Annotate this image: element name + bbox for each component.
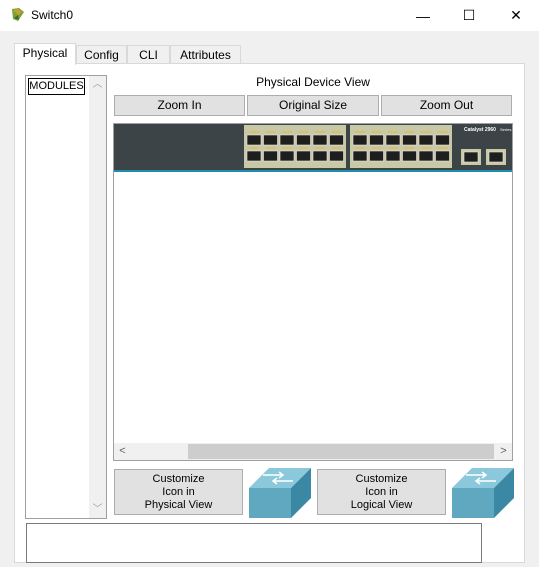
tab-physical[interactable]: Physical	[14, 43, 76, 65]
app-icon	[12, 8, 24, 21]
modules-item[interactable]: MODULES	[28, 78, 85, 95]
customize-logical-line1: Customize	[355, 473, 408, 485]
scroll-left-icon[interactable]: <	[114, 443, 131, 460]
customize-physical-line1: Customize	[152, 473, 205, 485]
switch-icon	[452, 468, 514, 518]
scroll-right-icon[interactable]: >	[495, 443, 512, 460]
scrollbar-thumb[interactable]	[188, 444, 494, 459]
scroll-up-icon[interactable]: ︿	[89, 76, 106, 93]
ethernet-port[interactable]	[402, 150, 417, 162]
zoom-in-button[interactable]: Zoom In	[114, 95, 245, 116]
customize-logical-line2: Icon in	[365, 486, 398, 498]
ethernet-port[interactable]	[402, 134, 417, 146]
ethernet-port[interactable]	[246, 150, 262, 162]
ethernet-port[interactable]	[352, 134, 368, 146]
window-title: Switch0	[31, 8, 74, 22]
zoom-out-button[interactable]: Zoom Out	[381, 95, 512, 116]
ethernet-port[interactable]	[279, 150, 295, 162]
modules-scrollbar[interactable]: ︿ ﹀	[89, 76, 106, 518]
ethernet-port[interactable]	[329, 134, 344, 146]
uplink-port[interactable]	[488, 151, 504, 163]
switch-ports-graphic: Catalyst 2960 Series	[244, 125, 511, 168]
ethernet-port[interactable]	[418, 150, 434, 162]
tab-config[interactable]: Config	[76, 45, 127, 64]
ethernet-port[interactable]	[369, 134, 384, 146]
switch-icon	[249, 468, 311, 518]
ethernet-port[interactable]	[435, 150, 450, 162]
ethernet-port[interactable]	[369, 150, 384, 162]
ethernet-port[interactable]	[279, 134, 295, 146]
ethernet-port[interactable]	[329, 150, 344, 162]
customize-logical-icon-button[interactable]: Customize Icon in Logical View	[317, 469, 446, 515]
tab-attributes[interactable]: Attributes	[170, 45, 241, 64]
ethernet-port[interactable]	[312, 134, 328, 146]
ethernet-port[interactable]	[418, 134, 434, 146]
ethernet-port[interactable]	[263, 150, 278, 162]
minimize-button[interactable]: —	[400, 0, 446, 31]
title-bar: Switch0 — ☐ ✕	[0, 0, 539, 31]
ethernet-port[interactable]	[435, 134, 450, 146]
customize-physical-icon-button[interactable]: Customize Icon in Physical View	[114, 469, 243, 515]
ethernet-port[interactable]	[352, 150, 368, 162]
device-canvas[interactable]: Catalyst 2960 Series	[113, 123, 513, 461]
customize-physical-line2: Icon in	[162, 486, 195, 498]
ethernet-port[interactable]	[296, 134, 311, 146]
minimize-icon: —	[416, 7, 430, 24]
close-icon: ✕	[510, 7, 522, 23]
ethernet-port[interactable]	[385, 134, 401, 146]
device-model-label: Catalyst 2960	[464, 127, 496, 133]
close-button[interactable]: ✕	[493, 0, 539, 31]
ethernet-port[interactable]	[385, 150, 401, 162]
ethernet-port[interactable]	[312, 150, 328, 162]
uplink-port[interactable]	[463, 151, 479, 163]
maximize-icon: ☐	[462, 7, 476, 23]
physical-device-view-title: Physical Device View	[256, 75, 370, 89]
scroll-down-icon[interactable]: ﹀	[89, 501, 106, 518]
original-size-button[interactable]: Original Size	[247, 95, 379, 116]
switch-chassis[interactable]: Catalyst 2960 Series	[114, 124, 512, 172]
maximize-button[interactable]: ☐	[446, 0, 492, 31]
ethernet-port[interactable]	[246, 134, 262, 146]
device-series-label: Series	[500, 127, 511, 132]
view-horizontal-scrollbar[interactable]: < >	[114, 443, 512, 460]
ethernet-port[interactable]	[263, 134, 278, 146]
customize-logical-line3: Logical View	[350, 499, 413, 511]
customize-physical-line3: Physical View	[144, 499, 213, 511]
tab-cli[interactable]: CLI	[127, 45, 170, 64]
ethernet-port[interactable]	[296, 150, 311, 162]
info-text-box[interactable]	[26, 523, 482, 563]
